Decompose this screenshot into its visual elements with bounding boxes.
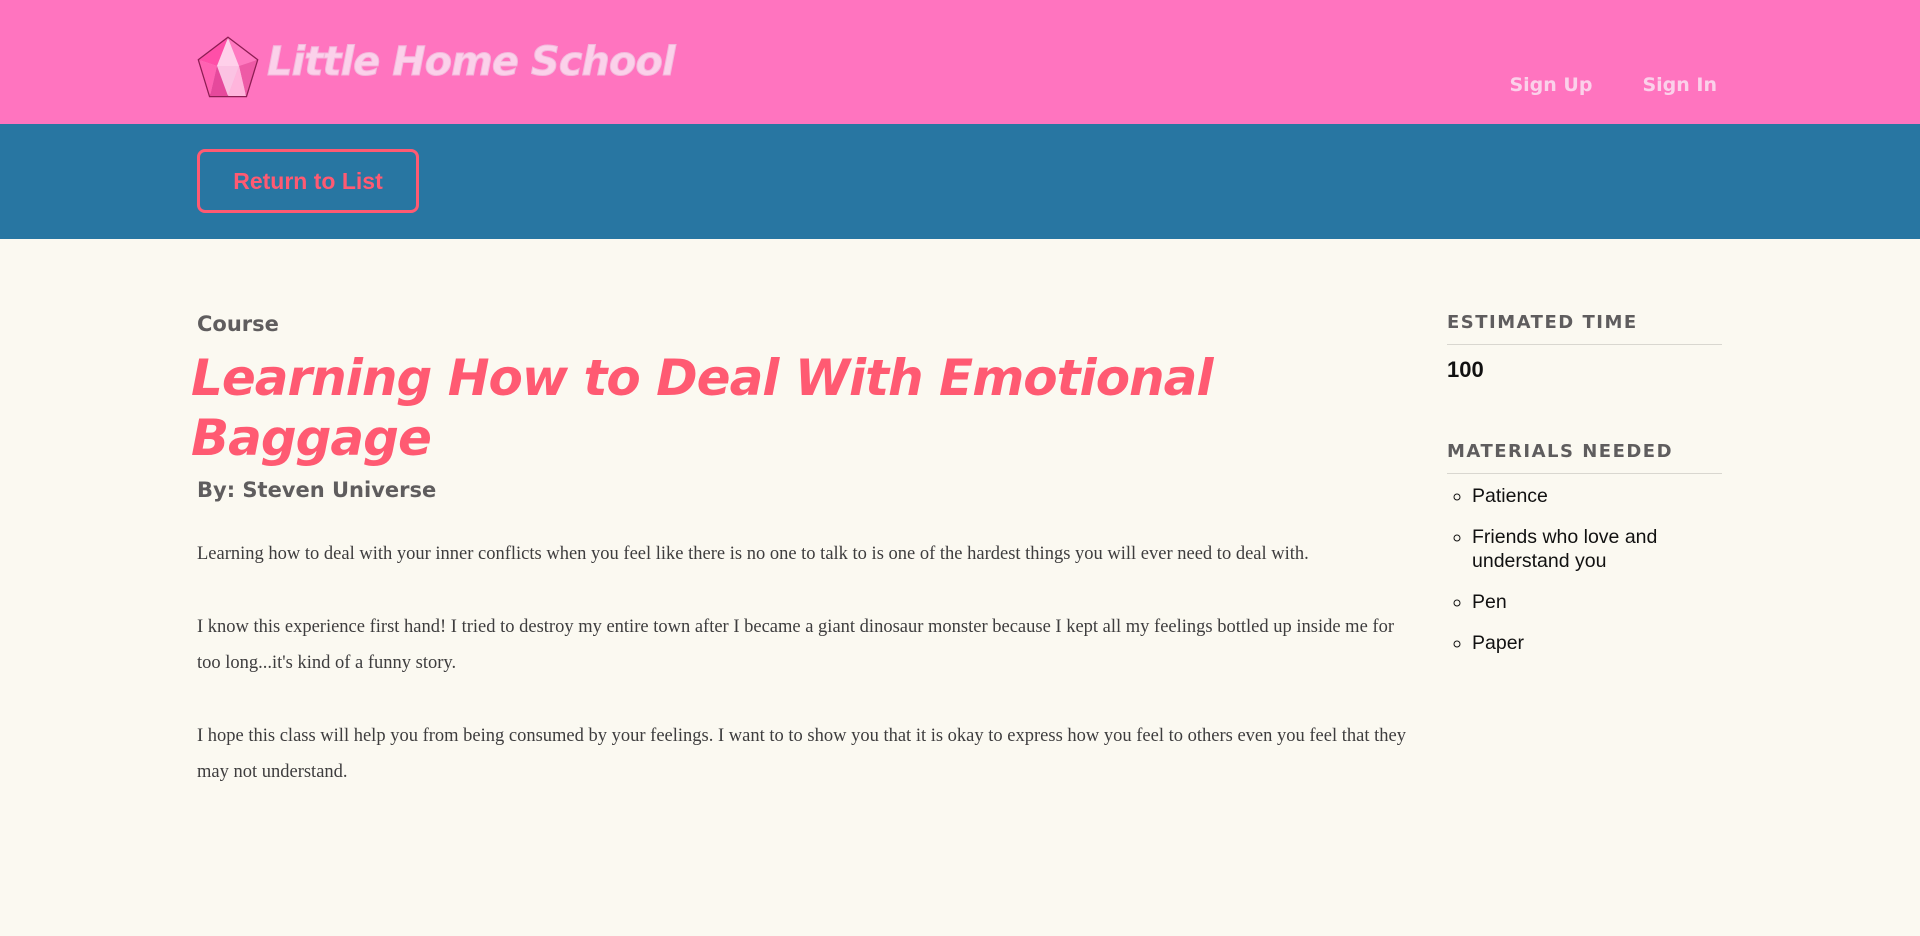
site-header: Little Home School Sign Up Sign In [0,0,1920,124]
site-logo[interactable]: Little Home School [197,36,677,98]
course-description: Learning how to deal with your inner con… [197,536,1407,790]
course-title: Learning How to Deal With Emotional Bagg… [191,349,1214,467]
estimated-time-heading: ESTIMATED TIME [1447,312,1722,345]
course-author: By: Steven Universe [197,478,437,502]
estimated-time-value: 100 [1447,357,1484,382]
description-paragraph: I hope this class will help you from bei… [197,726,1406,782]
materials-heading: MATERIALS NEEDED [1447,441,1722,474]
return-to-list-button[interactable]: Return to List [197,149,419,213]
list-item: Pen [1472,590,1722,614]
list-item: Paper [1472,631,1722,655]
list-item: Friends who love and understand you [1472,525,1722,573]
content-type-label: Course [197,312,279,336]
estimated-time-section: ESTIMATED TIME 100 [1447,312,1722,383]
description-paragraph: Learning how to deal with your inner con… [197,544,1309,564]
materials-section: MATERIALS NEEDED Patience Friends who lo… [1447,441,1722,655]
course-sidebar: ESTIMATED TIME 100 MATERIALS NEEDED Pati… [1447,312,1722,672]
list-item: Patience [1472,484,1722,508]
header-nav: Sign Up Sign In [1509,74,1717,96]
sign-in-link[interactable]: Sign In [1642,74,1717,96]
action-bar: Return to List [0,124,1920,239]
logo-text: Little Home School [267,39,677,86]
course-detail: Course Learning How to Deal With Emotion… [191,312,1407,827]
pink-gem-icon [197,36,259,98]
materials-list: Patience Friends who love and understand… [1447,484,1722,655]
sign-up-link[interactable]: Sign Up [1509,74,1592,96]
description-paragraph: I know this experience first hand! I tri… [197,617,1394,673]
